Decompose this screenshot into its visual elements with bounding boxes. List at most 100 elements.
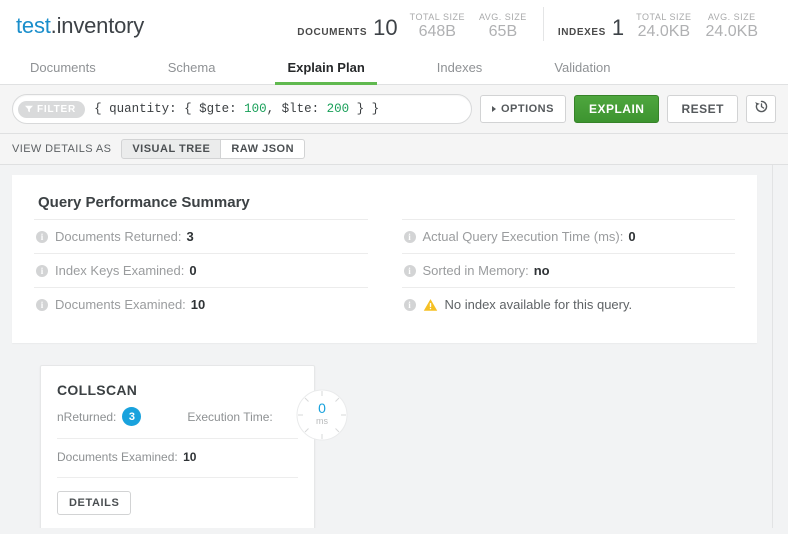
options-button[interactable]: OPTIONS [480, 95, 566, 123]
stage-nreturned-label: nReturned: [57, 410, 116, 424]
reset-button[interactable]: RESET [667, 95, 738, 123]
filter-query-suffix: } } [349, 102, 379, 116]
indexes-total-size-label: TOTAL SIZE [636, 11, 691, 23]
summary-warning-text: No index available for this query. [445, 297, 633, 312]
documents-label: DOCUMENTS [297, 27, 367, 38]
query-performance-summary-card: Query Performance Summary i Documents Re… [12, 175, 757, 343]
summary-label-documents-examined: Documents Examined: [55, 297, 186, 312]
info-icon[interactable]: i [36, 265, 48, 277]
namespace-collection: inventory [57, 13, 144, 38]
summary-right-column: i Actual Query Execution Time (ms): 0 i … [402, 219, 736, 321]
filter-input[interactable]: FILTER { quantity: { $gte: 100, $lte: 20… [12, 94, 472, 124]
execution-time-gauge: 0 ms [296, 389, 348, 441]
view-mode-segmented-control: VISUAL TREE RAW JSON [121, 139, 305, 159]
summary-label-documents-returned: Documents Returned: [55, 229, 181, 244]
info-icon[interactable]: i [404, 299, 416, 311]
documents-stats: DOCUMENTS 10 TOTAL SIZE 648B AVG. SIZE 6… [297, 11, 541, 41]
summary-value-documents-returned: 3 [186, 229, 193, 244]
summary-row-index-keys-examined: i Index Keys Examined: 0 [34, 253, 368, 287]
stage-documents-examined-row: Documents Examined: 10 [57, 439, 298, 478]
stage-summary-row: nReturned: 3 Execution Time: [57, 407, 298, 439]
info-icon[interactable]: i [404, 265, 416, 277]
filter-query-prefix: { quantity: { $gte: [94, 102, 244, 116]
filter-query-num-1: 100 [244, 102, 267, 116]
collection-stats: DOCUMENTS 10 TOTAL SIZE 648B AVG. SIZE 6… [297, 7, 772, 45]
query-bar: FILTER { quantity: { $gte: 100, $lte: 20… [0, 85, 788, 134]
summary-value-documents-examined: 10 [191, 297, 205, 312]
stage-name: COLLSCAN [57, 382, 298, 398]
summary-row-documents-examined: i Documents Examined: 10 [34, 287, 368, 321]
info-icon[interactable]: i [404, 231, 416, 243]
summary-left-column: i Documents Returned: 3 i Index Keys Exa… [34, 219, 368, 321]
stage-execution-time-label: Execution Time: [187, 410, 272, 424]
tab-validation[interactable]: Validation [542, 60, 622, 84]
chevron-right-icon [492, 106, 496, 112]
indexes-avg-size-label: AVG. SIZE [706, 11, 758, 23]
info-icon[interactable]: i [36, 299, 48, 311]
indexes-total-size-value: 24.0KB [636, 23, 691, 41]
tab-schema[interactable]: Schema [156, 60, 228, 84]
documents-avg-size-value: 65B [479, 23, 527, 41]
stage-details-button[interactable]: DETAILS [57, 491, 131, 515]
gauge-value: 0 [296, 401, 348, 415]
explain-stage-card-collscan: COLLSCAN nReturned: 3 Execution Time: Do… [40, 365, 315, 528]
filter-badge-label: FILTER [37, 104, 76, 115]
view-details-caption: VIEW DETAILS AS [12, 143, 111, 155]
tab-indexes[interactable]: Indexes [425, 60, 495, 84]
filter-query-text: { quantity: { $gte: 100, $lte: 200 } } [94, 102, 379, 116]
namespace-database: test [16, 13, 51, 38]
view-mode-visual-tree[interactable]: VISUAL TREE [121, 139, 221, 159]
content-right-rail [772, 165, 788, 528]
view-details-bar: VIEW DETAILS AS VISUAL TREE RAW JSON [0, 134, 788, 165]
summary-row-documents-returned: i Documents Returned: 3 [34, 219, 368, 253]
stage-nreturned-badge: 3 [122, 407, 141, 426]
summary-row-no-index-warning: i No index available for this query. [402, 287, 736, 321]
indexes-count-block: INDEXES 1 [558, 15, 624, 41]
indexes-avg-size-value: 24.0KB [706, 23, 758, 41]
indexes-stats: INDEXES 1 TOTAL SIZE 24.0KB AVG. SIZE 24… [558, 11, 772, 41]
documents-avg-size-label: AVG. SIZE [479, 11, 527, 23]
view-mode-raw-json[interactable]: RAW JSON [221, 139, 305, 159]
summary-grid: i Documents Returned: 3 i Index Keys Exa… [34, 219, 735, 321]
documents-count: 10 [373, 15, 397, 41]
documents-total-size-value: 648B [410, 23, 465, 41]
indexes-label: INDEXES [558, 27, 606, 38]
stats-divider [543, 7, 544, 41]
documents-total-size-block: TOTAL SIZE 648B [410, 11, 465, 41]
info-icon[interactable]: i [36, 231, 48, 243]
gauge-unit: ms [296, 416, 348, 426]
collection-header: test.inventory DOCUMENTS 10 TOTAL SIZE 6… [0, 0, 788, 52]
explain-button[interactable]: EXPLAIN [574, 95, 660, 123]
indexes-count: 1 [612, 15, 624, 41]
summary-value-sorted-in-memory: no [534, 263, 550, 278]
explain-plan-content: Query Performance Summary i Documents Re… [0, 165, 788, 528]
filter-query-num-2: 200 [327, 102, 350, 116]
stage-documents-examined-value: 10 [183, 450, 196, 464]
filter-badge: FILTER [18, 101, 85, 118]
filter-query-mid: , $lte: [267, 102, 327, 116]
stage-documents-examined-label: Documents Examined: [57, 450, 178, 464]
documents-total-size-label: TOTAL SIZE [410, 11, 465, 23]
summary-value-execution-time: 0 [628, 229, 635, 244]
documents-avg-size-block: AVG. SIZE 65B [479, 11, 527, 41]
warning-triangle-icon [423, 298, 438, 312]
indexes-total-size-block: TOTAL SIZE 24.0KB [636, 11, 691, 41]
collection-tabbar: Documents Schema Explain Plan Indexes Va… [0, 52, 788, 85]
options-button-label: OPTIONS [501, 103, 554, 115]
summary-label-execution-time: Actual Query Execution Time (ms): [423, 229, 624, 244]
summary-value-index-keys-examined: 0 [189, 263, 196, 278]
summary-row-execution-time: i Actual Query Execution Time (ms): 0 [402, 219, 736, 253]
documents-count-block: DOCUMENTS 10 [297, 15, 397, 41]
query-history-button[interactable] [746, 95, 776, 123]
history-clock-icon [754, 99, 769, 119]
indexes-avg-size-block: AVG. SIZE 24.0KB [706, 11, 758, 41]
summary-row-sorted-in-memory: i Sorted in Memory: no [402, 253, 736, 287]
namespace-title: test.inventory [16, 13, 144, 39]
summary-label-index-keys-examined: Index Keys Examined: [55, 263, 184, 278]
funnel-icon [25, 105, 33, 113]
tab-explain-plan[interactable]: Explain Plan [275, 60, 376, 84]
tab-documents[interactable]: Documents [18, 60, 108, 84]
summary-label-sorted-in-memory: Sorted in Memory: [423, 263, 529, 278]
explain-plan-screen: test.inventory DOCUMENTS 10 TOTAL SIZE 6… [0, 0, 788, 534]
summary-title: Query Performance Summary [38, 194, 735, 211]
